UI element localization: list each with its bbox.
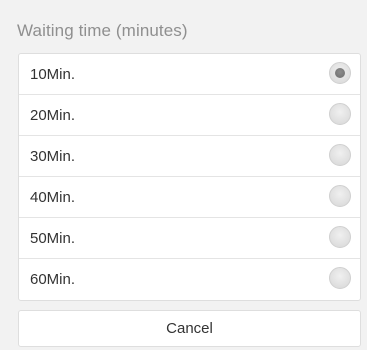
option-label: 40Min. [30,189,76,206]
radio-unchecked-icon[interactable] [329,267,351,289]
radio-unchecked-icon[interactable] [329,103,351,125]
radio-dot-icon [335,68,345,78]
radio-checked-icon[interactable] [329,62,351,84]
radio-unchecked-icon[interactable] [329,144,351,166]
option-30min[interactable]: 30Min. [19,136,360,177]
radio-unchecked-icon[interactable] [329,185,351,207]
cancel-button[interactable]: Cancel [18,310,361,347]
option-20min[interactable]: 20Min. [19,95,360,136]
option-60min[interactable]: 60Min. [19,259,360,300]
option-40min[interactable]: 40Min. [19,177,360,218]
radio-unchecked-icon[interactable] [329,226,351,248]
option-label: 20Min. [30,107,76,124]
option-label: 30Min. [30,148,76,165]
option-label: 50Min. [30,230,76,247]
waiting-time-dialog: Waiting time (minutes) 10Min. 20Min. 30M… [0,0,367,350]
dialog-title: Waiting time (minutes) [17,21,188,40]
option-label: 10Min. [30,66,76,83]
option-label: 60Min. [30,271,76,288]
options-list: 10Min. 20Min. 30Min. 40Min. 50Min. 60Min… [18,53,361,301]
option-50min[interactable]: 50Min. [19,218,360,259]
option-10min[interactable]: 10Min. [19,54,360,95]
